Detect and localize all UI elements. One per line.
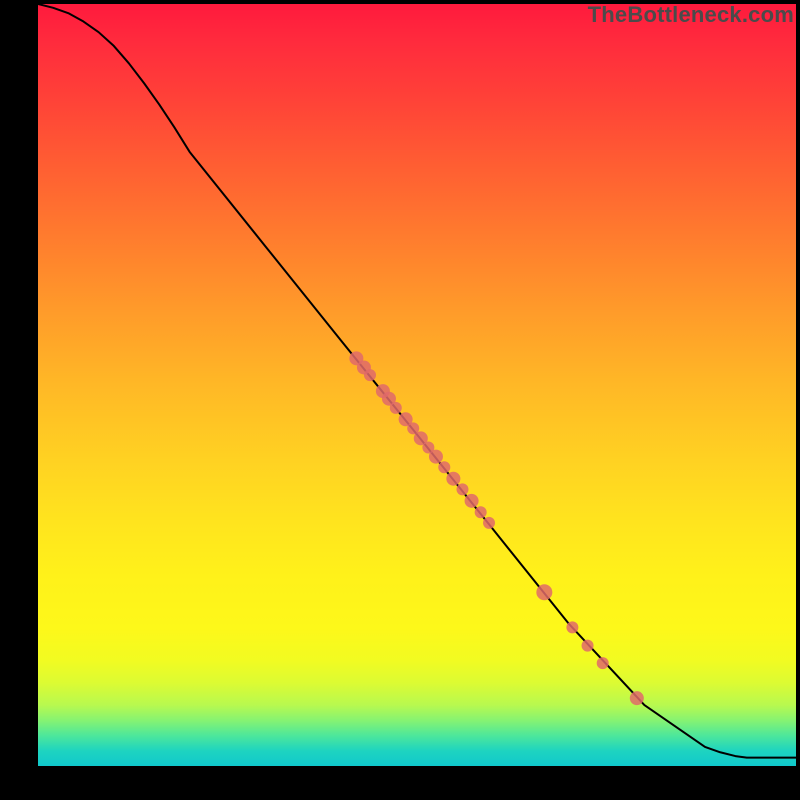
data-point <box>446 472 460 486</box>
data-point <box>429 450 443 464</box>
data-point <box>456 483 468 495</box>
data-point <box>536 584 552 600</box>
data-point <box>582 640 594 652</box>
data-point <box>597 657 609 669</box>
data-point <box>438 461 450 473</box>
data-point <box>566 621 578 633</box>
plot-area <box>38 4 796 766</box>
data-point <box>390 402 402 414</box>
data-point <box>475 506 487 518</box>
data-point <box>483 517 495 529</box>
chart-stage: TheBottleneck.com <box>0 0 800 800</box>
chart-svg <box>38 4 796 766</box>
data-point <box>630 691 644 705</box>
curve-path <box>38 4 796 758</box>
watermark-text: TheBottleneck.com <box>588 2 794 28</box>
data-point <box>364 369 376 381</box>
data-point <box>465 494 479 508</box>
